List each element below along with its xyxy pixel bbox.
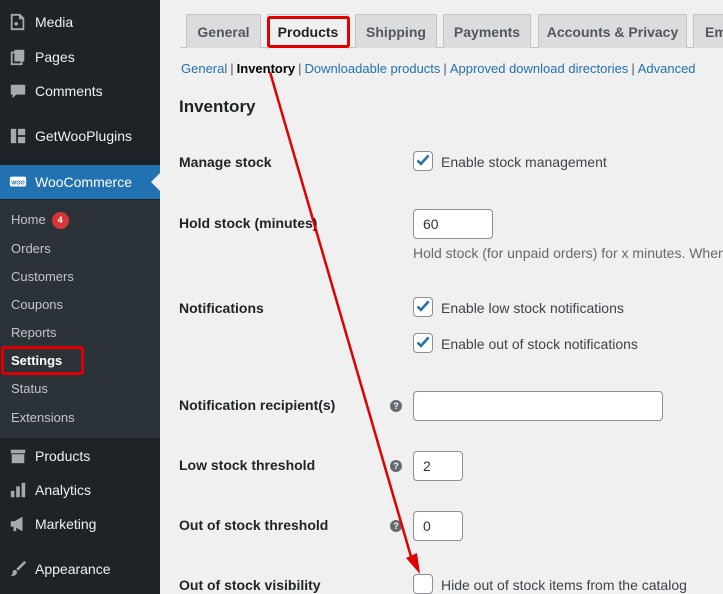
help-tip-icon[interactable]: ? <box>390 520 402 532</box>
subnav-general[interactable]: General <box>181 61 227 76</box>
menu-woocommerce[interactable]: WOO WooCommerce <box>0 165 160 199</box>
notification-recipient-label: Notification recipient(s) <box>179 397 336 413</box>
submenu-status[interactable]: Status <box>11 379 48 399</box>
menu-products-label: Products <box>35 448 91 464</box>
archive-icon <box>8 446 28 466</box>
home-count-badge: 4 <box>51 212 69 230</box>
menu-woocommerce-label: WooCommerce <box>35 174 132 190</box>
menu-analytics-label: Analytics <box>35 482 92 498</box>
low-stock-notification-checkbox[interactable] <box>413 297 433 317</box>
woo-icon: WOO <box>8 172 28 192</box>
checkmark-icon <box>416 300 430 312</box>
media-icon <box>8 12 28 32</box>
low-stock-threshold-label: Low stock threshold <box>179 457 316 473</box>
low-stock-threshold-input[interactable]: 2 <box>413 451 463 481</box>
menu-pages-label: Pages <box>35 49 75 65</box>
tab-general[interactable]: General <box>186 14 261 48</box>
notifications-label: Notifications <box>179 300 264 316</box>
checkmark-icon <box>416 336 430 348</box>
tab-shipping[interactable]: Shipping <box>355 14 437 48</box>
hold-stock-label: Hold stock (minutes) <box>179 215 318 231</box>
low-stock-notification-label[interactable]: Enable low stock notifications <box>441 300 624 316</box>
hide-out-of-stock-label[interactable]: Hide out of stock items from the catalog <box>441 577 687 593</box>
menu-products[interactable]: Products <box>0 439 160 473</box>
settings-tabs: General Products Shipping Payments Accou… <box>180 0 723 49</box>
tab-emails[interactable]: Em <box>693 14 723 48</box>
tab-payments[interactable]: Payments <box>443 14 531 48</box>
plugin-icon <box>8 126 28 146</box>
settings-highlight-box <box>1 346 84 375</box>
menu-analytics[interactable]: Analytics <box>0 473 160 507</box>
menu-marketing-label: Marketing <box>35 516 97 532</box>
out-of-stock-threshold-label: Out of stock threshold <box>179 517 329 533</box>
help-tip-icon[interactable]: ? <box>390 460 402 472</box>
menu-media-label: Media <box>35 14 74 30</box>
subnav-advanced[interactable]: Advanced <box>638 61 696 76</box>
submenu-coupons[interactable]: Coupons <box>11 295 63 315</box>
submenu-reports[interactable]: Reports <box>11 323 57 343</box>
menu-comments[interactable]: Comments <box>0 74 160 108</box>
submenu-home-label: Home <box>11 212 46 227</box>
submenu-customers[interactable]: Customers <box>11 267 74 287</box>
subnav-approved-dirs[interactable]: Approved download directories <box>450 61 629 76</box>
comments-icon <box>8 81 28 101</box>
notification-recipient-input[interactable] <box>413 391 663 421</box>
submenu-orders[interactable]: Orders <box>11 239 51 259</box>
menu-marketing[interactable]: Marketing <box>0 507 160 541</box>
manage-stock-label: Manage stock <box>179 154 272 170</box>
section-title: Inventory <box>179 97 256 116</box>
menu-getwooplugins[interactable]: GetWooPlugins <box>0 119 160 153</box>
subnav-downloadable[interactable]: Downloadable products <box>305 61 441 76</box>
admin-sidebar: Media Pages Comments GetWooPlugins WOO W… <box>0 0 160 594</box>
woocommerce-submenu: Home 4 Orders Customers Coupons Reports S… <box>0 200 160 438</box>
out-of-stock-notification-checkbox[interactable] <box>413 333 433 353</box>
hold-stock-description: Hold stock (for unpaid orders) for x min… <box>413 245 723 261</box>
megaphone-icon <box>8 514 28 534</box>
pages-icon <box>8 47 28 67</box>
settings-main: General Products Shipping Payments Accou… <box>160 0 723 594</box>
brush-icon <box>8 559 28 579</box>
out-of-stock-threshold-input[interactable]: 0 <box>413 511 463 541</box>
help-tip-icon[interactable]: ? <box>390 400 402 412</box>
subnav-inventory[interactable]: Inventory <box>237 61 296 76</box>
submenu-home[interactable]: Home 4 <box>11 210 69 230</box>
out-of-stock-visibility-label: Out of stock visibility <box>179 577 321 593</box>
checkmark-icon <box>416 154 430 166</box>
submenu-extensions[interactable]: Extensions <box>11 408 75 428</box>
menu-appearance[interactable]: Appearance <box>0 552 160 586</box>
menu-appearance-label: Appearance <box>35 561 111 577</box>
products-tab-highlight-box <box>267 16 350 48</box>
menu-media[interactable]: Media <box>0 5 160 39</box>
section-subnav: General | Inventory | Downloadable products |… <box>181 61 696 76</box>
hide-out-of-stock-checkbox[interactable] <box>413 574 433 594</box>
menu-getwooplugins-label: GetWooPlugins <box>35 128 133 144</box>
manage-stock-checkbox-label[interactable]: Enable stock management <box>441 154 607 170</box>
tab-accounts-privacy[interactable]: Accounts & Privacy <box>538 14 687 48</box>
woo-badge-text: WOO <box>11 180 24 186</box>
out-of-stock-notification-label[interactable]: Enable out of stock notifications <box>441 336 638 352</box>
chart-icon <box>8 480 28 500</box>
menu-pages[interactable]: Pages <box>0 40 160 74</box>
hold-stock-input[interactable]: 60 <box>413 209 493 239</box>
menu-comments-label: Comments <box>35 83 103 99</box>
manage-stock-checkbox[interactable] <box>413 151 433 171</box>
